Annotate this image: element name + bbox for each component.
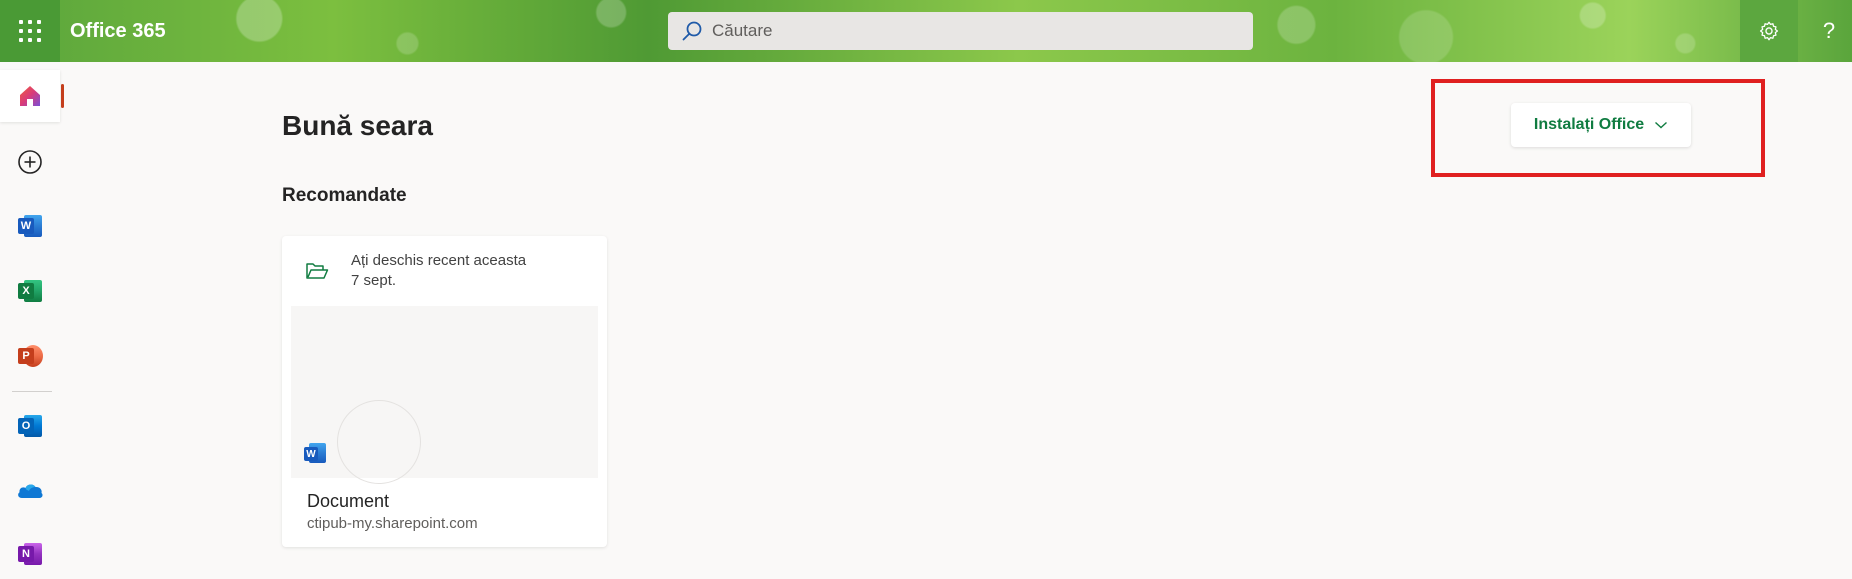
rail-word-button[interactable]: W (0, 200, 60, 252)
onenote-icon: N (18, 542, 42, 566)
document-location: ctipub-my.sharepoint.com (307, 515, 478, 532)
loading-spinner (337, 400, 421, 484)
top-bar: Office 365 ? (0, 0, 1852, 62)
rail-onedrive-button[interactable] (0, 464, 60, 516)
app-rail: W X P O N (0, 62, 64, 579)
search-icon (672, 12, 712, 50)
word-icon: W (18, 214, 42, 238)
word-icon: W (304, 443, 326, 465)
document-thumbnail: W (291, 306, 598, 484)
home-icon (20, 86, 40, 106)
brand-title[interactable]: Office 365 (70, 0, 166, 62)
activity-date: 7 sept. (351, 272, 397, 289)
plus-circle-icon (18, 150, 42, 174)
document-name: Document (307, 491, 390, 511)
recommended-heading: Recomandate (282, 185, 407, 206)
rail-create-button[interactable] (0, 136, 60, 188)
folder-open-icon (306, 263, 329, 279)
onedrive-icon (18, 484, 43, 498)
rail-outlook-button[interactable]: O (0, 400, 60, 452)
powerpoint-icon: P (18, 344, 43, 368)
install-office-button[interactable]: Instalați Office (1511, 103, 1691, 147)
card-activity: Ați deschis recent aceasta 7 sept. (282, 236, 607, 306)
help-button[interactable]: ? (1800, 0, 1852, 62)
active-indicator (61, 84, 64, 108)
chevron-down-icon (1655, 121, 1668, 129)
settings-button[interactable] (1740, 0, 1798, 62)
app-launcher-button[interactable] (0, 0, 60, 62)
install-office-label: Instalați Office (1533, 116, 1645, 133)
search-input[interactable] (712, 21, 1212, 41)
recommended-card[interactable]: Ați deschis recent aceasta 7 sept. W Doc… (282, 236, 607, 547)
rail-home-button[interactable] (0, 70, 64, 122)
greeting-heading: Bună seara (282, 110, 433, 141)
card-activity-text: Ați deschis recent aceasta 7 sept. (351, 251, 526, 291)
help-icon: ? (1822, 18, 1836, 43)
rail-powerpoint-button[interactable]: P (0, 330, 60, 382)
gear-icon (1759, 21, 1779, 41)
outlook-icon: O (18, 414, 42, 438)
excel-icon: X (18, 279, 42, 303)
waffle-icon (19, 20, 41, 42)
activity-line: Ați deschis recent aceasta (351, 252, 527, 269)
search-box[interactable] (668, 12, 1253, 50)
rail-excel-button[interactable]: X (0, 265, 60, 317)
rail-onenote-button[interactable]: N (0, 528, 60, 579)
rail-divider (12, 391, 52, 392)
